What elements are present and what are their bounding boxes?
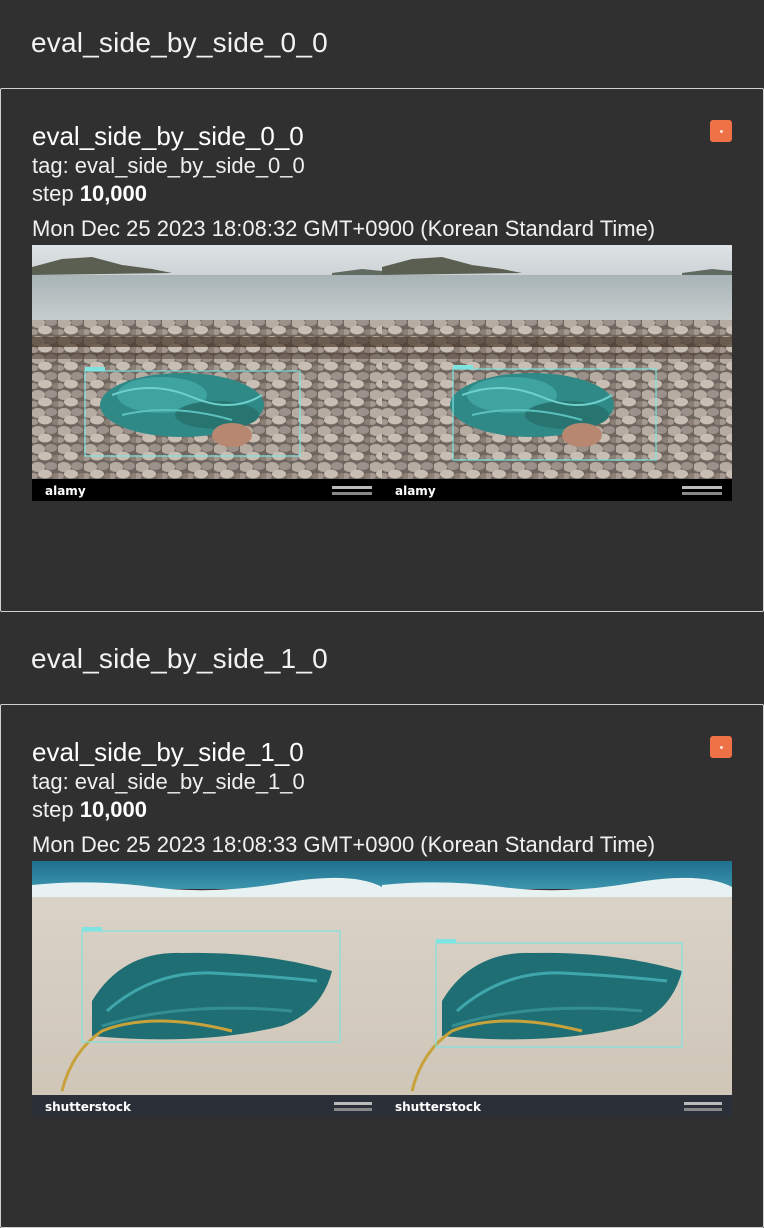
image-panel-right: shutterstock xyxy=(382,861,732,1117)
step-prefix: step xyxy=(32,797,74,822)
card-timestamp: Mon Dec 25 2023 18:08:33 GMT+0900 (Korea… xyxy=(32,832,656,857)
step-value: 10,000 xyxy=(79,181,148,206)
card-step: step 10,000 xyxy=(32,181,147,207)
watermark-text: alamy xyxy=(45,484,86,498)
group-title: eval_side_by_side_0_0 xyxy=(31,27,328,58)
side-by-side-image[interactable]: alamy alamy xyxy=(32,245,732,501)
image-panel-right: alamy xyxy=(382,245,732,501)
group-header-1: eval_side_by_side_1_0 xyxy=(0,616,764,704)
side-by-side-image[interactable]: shutterstock shutterstock xyxy=(32,861,732,1117)
watermark-text: shutterstock xyxy=(395,1100,482,1114)
group-title: eval_side_by_side_1_0 xyxy=(31,643,328,674)
image-card-1: eval_side_by_side_1_0 tag: eval_side_by_… xyxy=(0,704,764,1228)
image-card-0: eval_side_by_side_0_0 tag: eval_side_by_… xyxy=(0,88,764,612)
watermark-text: shutterstock xyxy=(45,1100,132,1114)
card-title: eval_side_by_side_1_0 xyxy=(32,737,304,767)
card-title: eval_side_by_side_0_0 xyxy=(32,121,304,151)
group-header-0: eval_side_by_side_0_0 xyxy=(0,0,764,88)
card-timestamp: Mon Dec 25 2023 18:08:32 GMT+0900 (Korea… xyxy=(32,216,656,241)
dot-icon xyxy=(719,745,723,749)
card-tag: tag: eval_side_by_side_0_0 xyxy=(32,153,305,178)
dot-icon xyxy=(719,129,723,133)
card-step: step 10,000 xyxy=(32,797,147,823)
card-tag: tag: eval_side_by_side_1_0 xyxy=(32,769,305,794)
step-prefix: step xyxy=(32,181,74,206)
step-value: 10,000 xyxy=(79,797,148,822)
image-panel-left: alamy xyxy=(32,245,382,501)
card-menu-button[interactable] xyxy=(710,120,732,142)
watermark-text: alamy xyxy=(395,484,436,498)
card-menu-button[interactable] xyxy=(710,736,732,758)
image-panel-left: shutterstock xyxy=(32,861,382,1117)
